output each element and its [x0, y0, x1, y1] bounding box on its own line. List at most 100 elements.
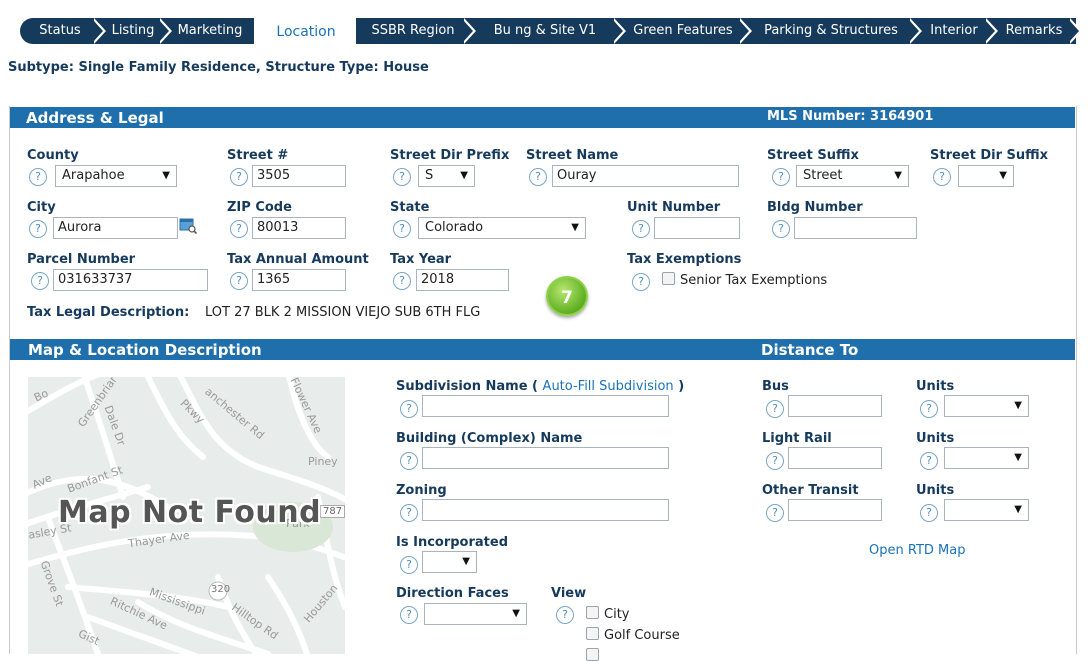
help-icon[interactable]: ? [632, 220, 650, 238]
county-label: County [27, 148, 79, 163]
help-icon[interactable]: ? [529, 168, 547, 186]
other-transit-units-select[interactable]: ▼ [944, 499, 1029, 521]
direction-faces-select[interactable]: ▼ [424, 603, 527, 625]
city-lookup-icon[interactable] [179, 218, 198, 235]
street-number-label: Street # [227, 148, 289, 163]
help-icon[interactable]: ? [230, 272, 248, 290]
direction-faces-label: Direction Faces [396, 586, 509, 601]
chevron-down-icon: ▼ [999, 170, 1007, 181]
subdivision-label-close: ) [678, 379, 685, 394]
other-transit-distance-input[interactable] [788, 499, 882, 521]
location-map[interactable]: Bo Greenbriar Dale Dr Pkwy anchester Rd … [28, 377, 345, 654]
city-input[interactable]: Aurora [53, 217, 178, 239]
help-icon[interactable]: ? [632, 273, 650, 291]
senior-tax-exemptions-checkbox[interactable] [662, 272, 675, 285]
subdivision-name-input[interactable] [422, 395, 669, 417]
zoning-label: Zoning [396, 483, 447, 498]
chevron-down-icon: ▼ [1014, 452, 1022, 463]
help-icon[interactable]: ? [393, 220, 411, 238]
help-icon[interactable]: ? [393, 272, 411, 290]
help-icon[interactable]: ? [766, 400, 784, 418]
tab-building-site[interactable]: Bu ng & Site V1 [470, 18, 620, 44]
open-rtd-map-link[interactable]: Open RTD Map [869, 543, 965, 558]
county-select[interactable]: Arapahoe ▼ [55, 165, 177, 187]
tax-annual-amount-input[interactable]: 1365 [252, 269, 346, 291]
map-not-found-text: Map Not Found [58, 495, 322, 530]
tab-label: Green Features [633, 23, 733, 38]
zip-code-input[interactable]: 80013 [252, 217, 346, 239]
help-icon[interactable]: ? [920, 504, 938, 522]
view-golf-course-checkbox[interactable] [586, 627, 599, 640]
mls-number: MLS Number: 3164901 [767, 109, 934, 124]
tab-label: Bu ng & Site V1 [493, 23, 597, 38]
help-icon[interactable]: ? [933, 168, 951, 186]
street-name-input[interactable]: Ouray [552, 165, 739, 187]
tab-separator-icon [739, 18, 752, 44]
map-location-header: Map & Location Description Distance To [10, 339, 1075, 360]
help-icon[interactable]: ? [393, 168, 411, 186]
help-icon[interactable]: ? [766, 452, 784, 470]
subtype-line: Subtype: Single Family Residence, Struct… [8, 60, 429, 75]
chevron-down-icon: ▼ [462, 556, 470, 567]
tab-label: Status [39, 23, 81, 38]
help-icon[interactable]: ? [766, 504, 784, 522]
parcel-number-input[interactable]: 031633737 [53, 269, 208, 291]
light-rail-units-select[interactable]: ▼ [944, 447, 1029, 469]
street-number-input[interactable]: 3505 [252, 165, 346, 187]
step-badge: 7 [546, 276, 588, 316]
building-complex-name-label: Building (Complex) Name [396, 431, 583, 446]
tab-location[interactable]: Location [256, 19, 356, 45]
help-icon[interactable]: ? [230, 168, 248, 186]
help-icon[interactable]: ? [556, 606, 574, 624]
tab-status[interactable]: Status [20, 18, 100, 44]
zoning-input[interactable] [422, 499, 669, 521]
unit-number-input[interactable] [654, 217, 740, 239]
state-select[interactable]: Colorado ▼ [418, 217, 586, 239]
tab-remarks[interactable]: Remarks [992, 18, 1076, 44]
view-option-checkbox[interactable] [586, 648, 599, 661]
tab-separator-icon [1069, 18, 1082, 44]
address-legal-header: Address & Legal MLS Number: 3164901 [10, 107, 1075, 128]
tax-year-input[interactable]: 2018 [416, 269, 509, 291]
street-name-label: Street Name [526, 148, 619, 163]
help-icon[interactable]: ? [31, 272, 49, 290]
tab-ssbr-region[interactable]: SSBR Region [356, 18, 470, 44]
street-suffix-select[interactable]: Street ▼ [796, 165, 909, 187]
tax-legal-value: LOT 27 BLK 2 MISSION VIEJO SUB 6TH FLG [205, 305, 481, 320]
help-icon[interactable]: ? [400, 556, 418, 574]
help-icon[interactable]: ? [920, 400, 938, 418]
is-incorporated-select[interactable]: ▼ [422, 551, 477, 573]
tab-green-features[interactable]: Green Features [620, 18, 746, 44]
tab-marketing[interactable]: Marketing [166, 18, 254, 44]
help-icon[interactable]: ? [29, 220, 47, 238]
help-icon[interactable]: ? [772, 220, 790, 238]
bus-units-select[interactable]: ▼ [944, 395, 1029, 417]
street-dir-prefix-label: Street Dir Prefix [390, 148, 510, 163]
help-icon[interactable]: ? [29, 168, 47, 186]
street-dir-prefix-select[interactable]: S ▼ [418, 165, 475, 187]
help-icon[interactable]: ? [400, 400, 418, 418]
auto-fill-subdivision-link[interactable]: Auto-Fill Subdivision [543, 379, 674, 394]
help-icon[interactable]: ? [400, 606, 418, 624]
street-dir-suffix-select[interactable]: ▼ [958, 165, 1014, 187]
light-rail-distance-input[interactable] [788, 447, 882, 469]
tab-interior[interactable]: Interior [916, 18, 992, 44]
county-value: Arapahoe [62, 168, 125, 183]
chevron-down-icon: ▼ [894, 170, 902, 181]
help-icon[interactable]: ? [772, 168, 790, 186]
help-icon[interactable]: ? [400, 504, 418, 522]
map-label: 787 [320, 505, 345, 518]
chevron-down-icon: ▼ [1014, 400, 1022, 411]
help-icon[interactable]: ? [400, 452, 418, 470]
street-dir-prefix-value: S [425, 168, 434, 183]
tab-listing[interactable]: Listing [100, 18, 166, 44]
tab-separator-icon [613, 18, 626, 44]
building-complex-name-input[interactable] [422, 447, 669, 469]
help-icon[interactable]: ? [920, 452, 938, 470]
section-title: Map & Location Description [28, 341, 262, 359]
view-city-checkbox[interactable] [586, 606, 599, 619]
bldg-number-input[interactable] [794, 217, 917, 239]
tab-parking-structures[interactable]: Parking & Structures [746, 18, 916, 44]
bus-distance-input[interactable] [788, 395, 882, 417]
help-icon[interactable]: ? [230, 220, 248, 238]
